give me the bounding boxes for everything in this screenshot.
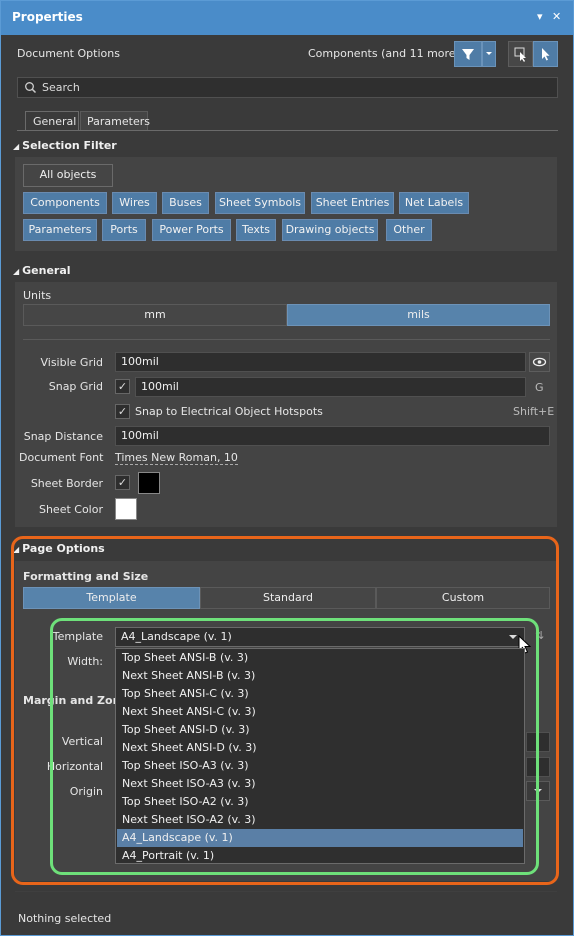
visible-grid-toggle[interactable]: [529, 352, 550, 372]
snap-distance-label: Snap Distance: [23, 430, 103, 443]
panel-titlebar: Properties ▾ ✕: [1, 1, 573, 35]
all-objects-button[interactable]: All objects: [23, 164, 113, 187]
footer-divider: [15, 891, 557, 892]
select-cursor-icon: [514, 47, 526, 62]
tab-general[interactable]: General: [25, 111, 79, 131]
snap-hotspots-label: Snap to Electrical Object Hotspots: [135, 405, 323, 418]
sheet-border-label: Sheet Border: [30, 477, 103, 490]
cursor-mode-button[interactable]: [533, 41, 558, 67]
tab-divider: [17, 130, 558, 131]
selection-filter-title: Selection Filter: [22, 139, 117, 152]
eye-icon: [532, 357, 547, 367]
panel-title: Properties: [12, 10, 83, 24]
snap-hotspots-checkbox[interactable]: ✓: [115, 404, 130, 419]
filter-power-ports-button[interactable]: Power Ports: [152, 219, 231, 241]
general-divider: [23, 339, 550, 340]
filter-components-button[interactable]: Components: [23, 192, 107, 214]
snap-grid-shortcut: G: [535, 381, 544, 394]
visible-grid-label: Visible Grid: [40, 356, 103, 369]
tab-general-label: General: [33, 115, 77, 128]
filter-dropdown-button[interactable]: [482, 41, 496, 67]
snap-grid-input[interactable]: 100mil: [135, 377, 526, 397]
tab-parameters[interactable]: Parameters: [80, 111, 150, 131]
filter-parameters-button[interactable]: Parameters: [23, 219, 97, 241]
document-font-label: Document Font: [19, 451, 104, 464]
collapse-triangle-icon: ◢: [13, 267, 20, 276]
filter-net-labels-button[interactable]: Net Labels: [399, 192, 469, 214]
filter-sheet-entries-button[interactable]: Sheet Entries: [311, 192, 394, 214]
filter-icon: [462, 49, 474, 60]
pin-dropdown-icon[interactable]: ▾: [537, 10, 543, 23]
template-highlight: [50, 618, 539, 875]
tab-parameters-label: Parameters: [87, 115, 150, 128]
filter-texts-button[interactable]: Texts: [236, 219, 276, 241]
filter-wires-button[interactable]: Wires: [112, 192, 157, 214]
sheet-color-label: Sheet Color: [38, 503, 103, 516]
filter-drawing-objects-button[interactable]: Drawing objects: [282, 219, 378, 241]
snap-grid-checkbox[interactable]: ✓: [115, 379, 130, 394]
filter-sheet-symbols-button[interactable]: Sheet Symbols: [215, 192, 305, 214]
collapse-triangle-icon: ◢: [13, 142, 20, 151]
general-section-title: General: [22, 264, 71, 277]
chevron-down-icon: [486, 52, 492, 55]
search-icon: [25, 82, 37, 94]
sheet-border-checkbox[interactable]: ✓: [115, 475, 130, 490]
status-text: Nothing selected: [18, 912, 112, 925]
units-mm-option[interactable]: mm: [23, 304, 287, 326]
close-icon[interactable]: ✕: [552, 10, 561, 23]
select-mode-button[interactable]: [508, 41, 533, 67]
sheet-border-color-swatch[interactable]: [138, 472, 160, 494]
sheet-color-swatch[interactable]: [115, 498, 137, 520]
components-filter-label: Components (and 11 more): [308, 47, 460, 60]
units-label: Units: [23, 289, 52, 302]
properties-panel: Properties ▾ ✕ Document Options Componen…: [0, 0, 574, 936]
snap-distance-input[interactable]: 100mil: [115, 426, 550, 446]
document-options-label: Document Options: [17, 47, 120, 60]
search-input[interactable]: Search: [42, 81, 80, 94]
document-font-link[interactable]: Times New Roman, 10: [115, 451, 238, 465]
search-box[interactable]: Search: [17, 77, 558, 98]
cursor-icon: [542, 48, 550, 61]
selection-filter-header[interactable]: ◢ Selection Filter: [13, 139, 117, 152]
snap-grid-label: Snap Grid: [48, 380, 103, 393]
units-mils-option[interactable]: mils: [287, 304, 550, 326]
filter-buses-button[interactable]: Buses: [162, 192, 209, 214]
general-section-header[interactable]: ◢ General: [13, 264, 71, 277]
visible-grid-input[interactable]: 100mil: [115, 352, 526, 372]
snap-hotspots-shortcut: Shift+E: [513, 405, 555, 418]
filter-ports-button[interactable]: Ports: [102, 219, 146, 241]
filter-other-button[interactable]: Other: [386, 219, 432, 241]
filter-button[interactable]: [454, 41, 482, 67]
